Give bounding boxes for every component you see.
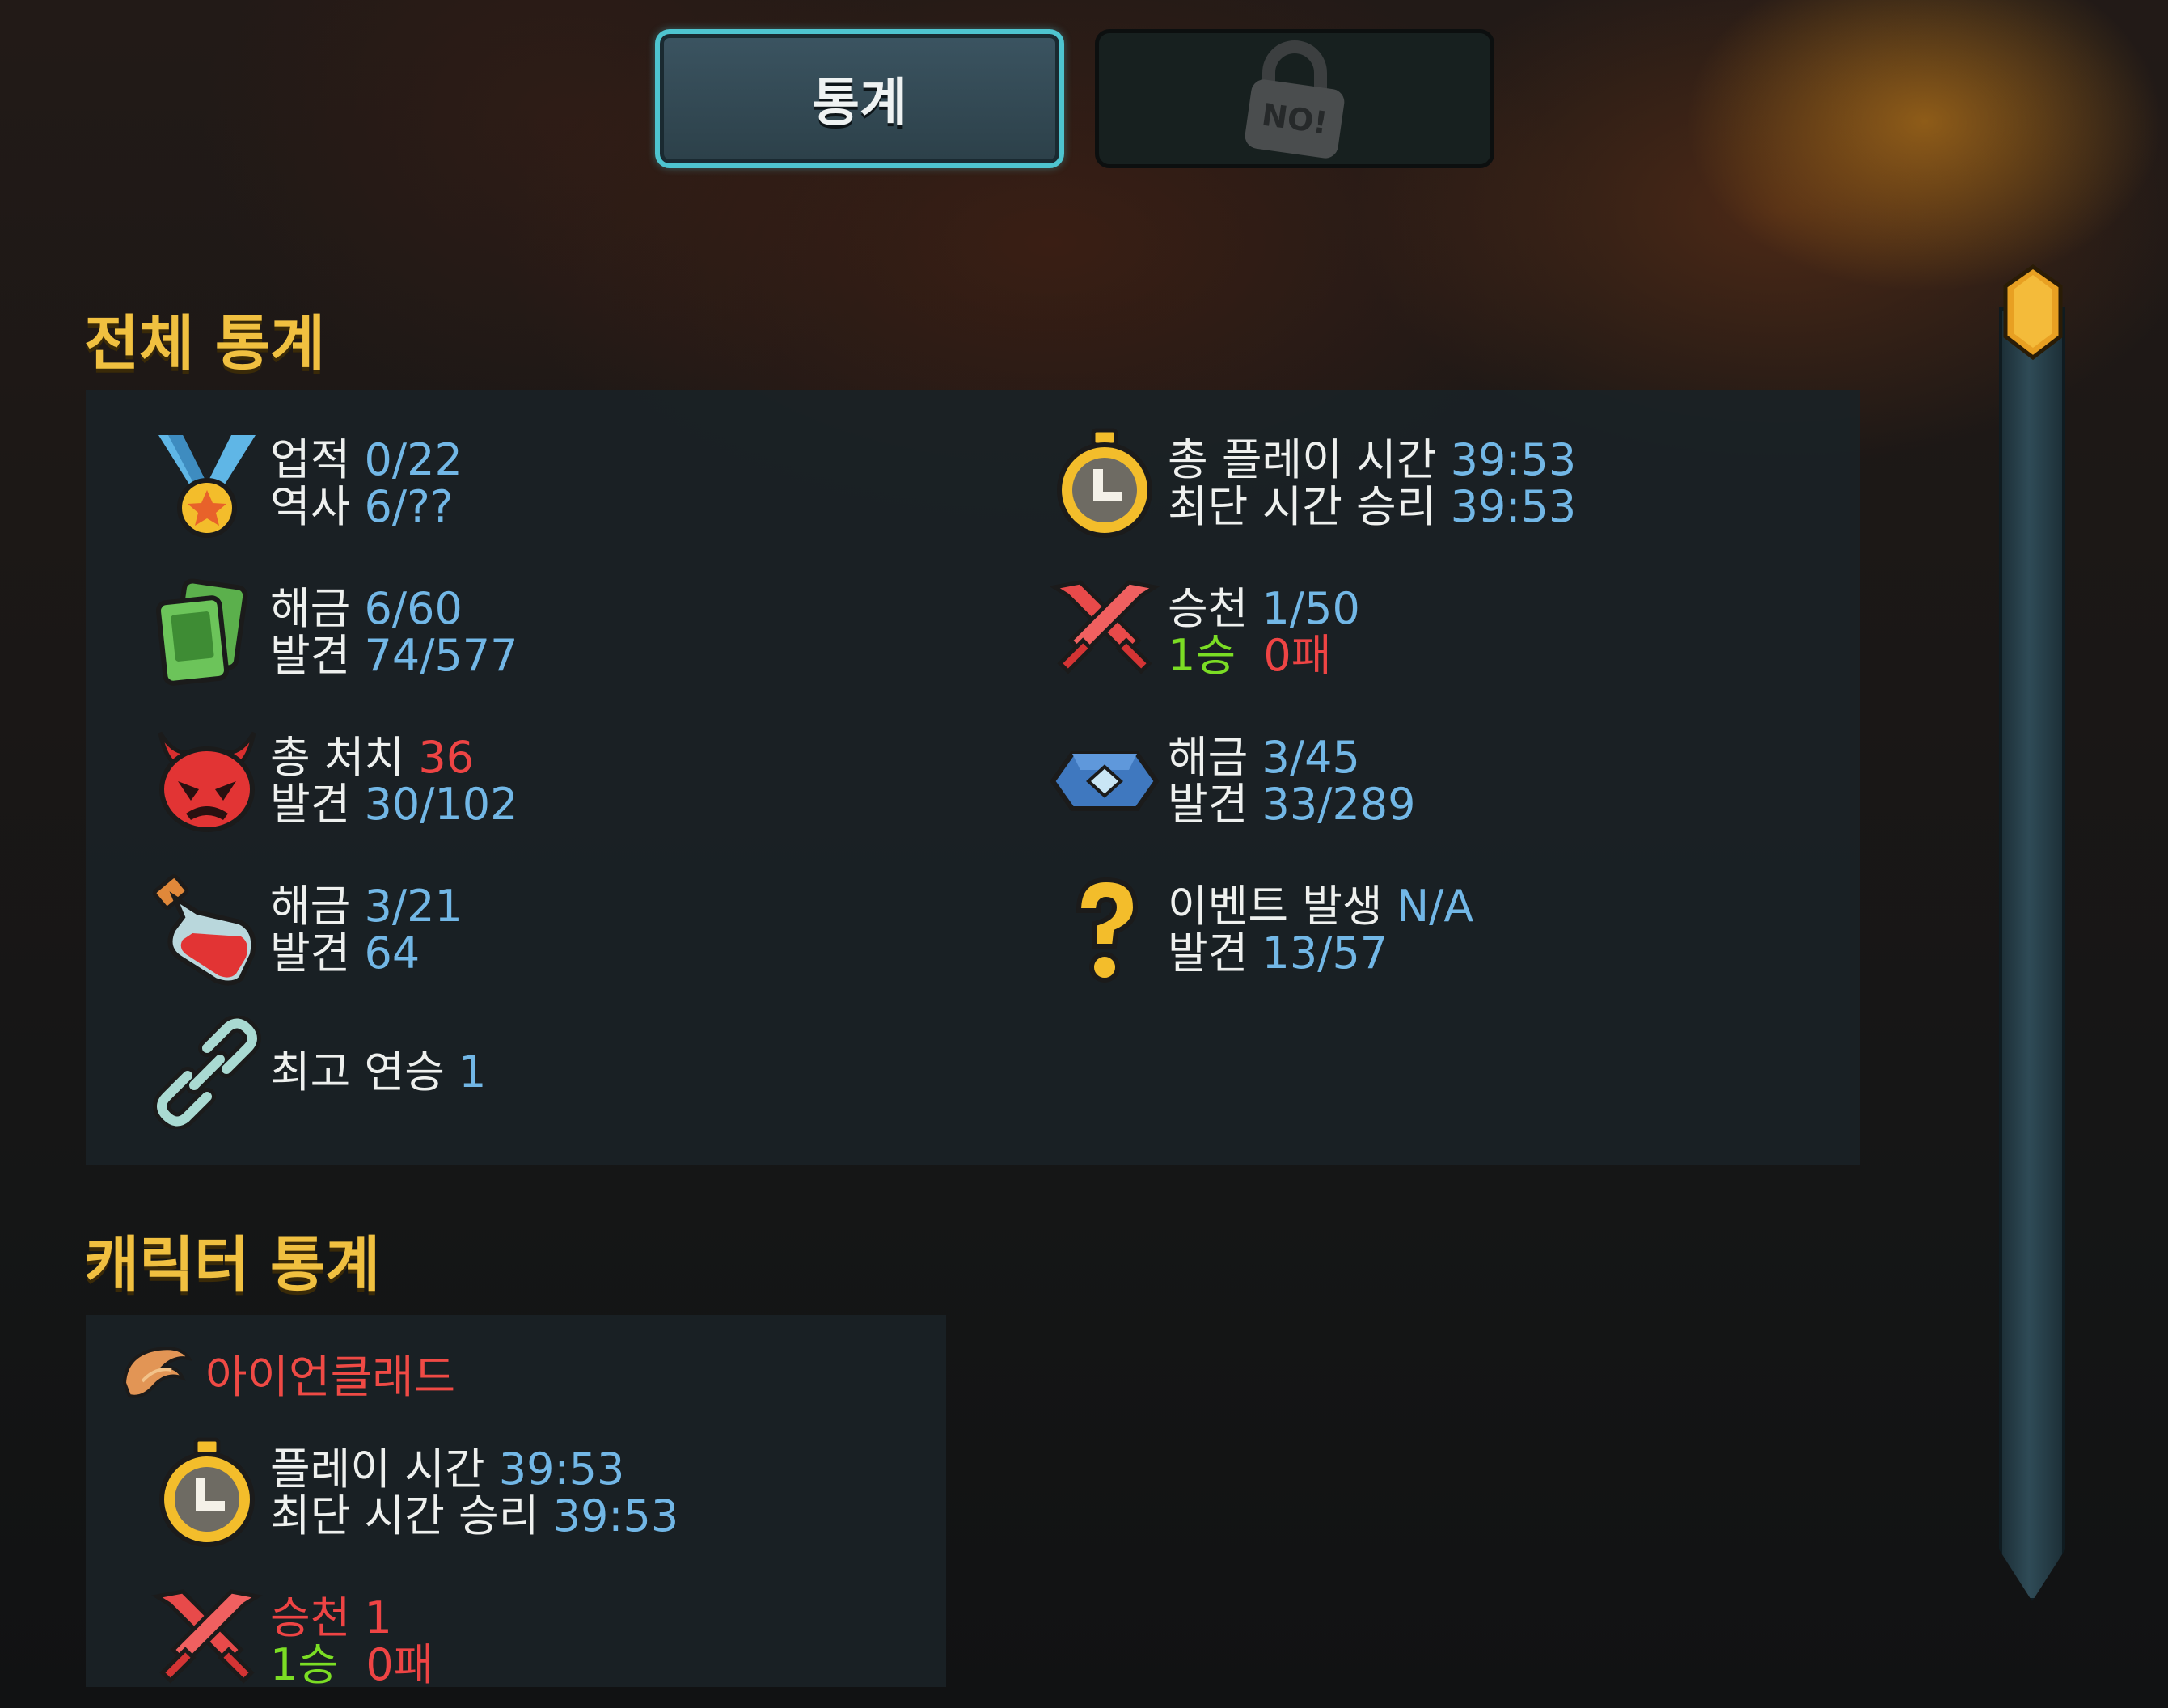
playtime-stat: 총 플레이 시간 39:53 최단 시간 승리 39:53 [1048,427,1576,540]
stopwatch-icon [1048,427,1161,540]
cards-unlock-label: 해금 [270,583,351,634]
crossed-swords-icon [150,1585,264,1698]
character-wins-value: 1승 [270,1639,339,1690]
ascension-value: 1/50 [1261,583,1360,634]
history-label: 역사 [270,481,351,532]
potions-unlock-label: 해금 [270,881,351,932]
potions-stat: 해금 3/21 발견 64 [150,873,463,987]
monsters-seen-label: 발견 [270,779,351,830]
question-mark-icon [1048,873,1161,987]
character-stats-title: 캐릭터 통계 [84,1230,381,1300]
kills-value: 36 [418,732,475,783]
character-playtime-label: 플레이 시간 [270,1444,485,1494]
potions-seen-label: 발견 [270,928,351,979]
demon-skull-icon [150,725,264,838]
cards-seen-label: 발견 [270,630,351,681]
character-ascension-value: 1 [364,1592,392,1643]
tab-stats[interactable]: 통계 [655,29,1064,168]
character-name: 아이언클래드 [205,1351,456,1404]
potions-seen-value: 64 [364,928,420,979]
relics-seen-label: 발견 [1168,779,1249,830]
monsters-seen-value: 30/102 [364,779,518,830]
streak-stat: 최고 연승 1 [150,1016,486,1129]
tab-stats-label: 통계 [812,74,907,133]
character-fastest-label: 최단 시간 승리 [270,1490,539,1541]
character-losses-value: 0패 [366,1639,434,1690]
achievements-value: 0/22 [364,434,463,485]
character-fastest-value: 39:53 [552,1490,679,1541]
total-playtime-label: 총 플레이 시간 [1168,434,1437,485]
character-header: 아이언클래드 [118,1334,455,1412]
character-playtime-value: 39:53 [498,1444,625,1494]
history-value: 6/?? [364,481,454,532]
relic-gem-icon [1048,725,1161,838]
events-value: N/A [1396,881,1474,932]
relics-seen-value: 33/289 [1261,779,1416,830]
chain-link-icon [150,1016,264,1129]
scrollbar-track[interactable] [1999,307,2065,1601]
relics-unlock-value: 3/45 [1261,732,1360,783]
ascension-stat: 승천 1/50 1승 0패 [1048,576,1360,689]
fastest-win-value: 39:53 [1450,481,1577,532]
scrollbar-thumb[interactable] [2001,264,2065,361]
cards-seen-value: 74/577 [364,630,518,681]
overall-stats-title: 전체 통계 [84,309,326,378]
stopwatch-icon [150,1436,264,1549]
relics-stat: 해금 3/45 발견 33/289 [1048,725,1416,838]
events-seen-label: 발견 [1168,928,1249,979]
wins-value: 1승 [1168,630,1236,681]
relics-unlock-label: 해금 [1168,732,1249,783]
events-seen-value: 13/57 [1261,928,1388,979]
cards-unlock-value: 6/60 [364,583,463,634]
character-ascension-stat: 승천 1 1승 0패 [150,1585,433,1698]
padlock-icon: NO! [1245,40,1345,159]
achievements-label: 업적 [270,434,351,485]
character-ascension-label: 승천 [270,1592,351,1643]
losses-value: 0패 [1263,630,1332,681]
cards-icon [150,576,264,689]
events-stat: 이벤트 발생 N/A 발견 13/57 [1048,873,1473,987]
achievements-stat: 업적 0/22 역사 6/?? [150,427,463,540]
kills-label: 총 처치 [270,732,405,783]
potion-icon [150,873,264,987]
total-playtime-value: 39:53 [1450,434,1577,485]
ironclad-emblem-icon [118,1334,196,1412]
kills-stat: 총 처치 36 발견 30/102 [150,725,518,838]
medal-icon [150,427,264,540]
crossed-swords-icon [1048,576,1161,689]
best-streak-value: 1 [459,1046,487,1097]
tab-locked[interactable]: NO! [1095,29,1494,168]
best-streak-label: 최고 연승 [270,1046,445,1097]
ascension-label: 승천 [1168,583,1249,634]
potions-unlock-value: 3/21 [364,881,463,932]
cards-stat: 해금 6/60 발견 74/577 [150,576,518,689]
fastest-win-label: 최단 시간 승리 [1168,481,1437,532]
events-label: 이벤트 발생 [1168,881,1383,932]
character-playtime-stat: 플레이 시간 39:53 최단 시간 승리 39:53 [150,1436,678,1549]
